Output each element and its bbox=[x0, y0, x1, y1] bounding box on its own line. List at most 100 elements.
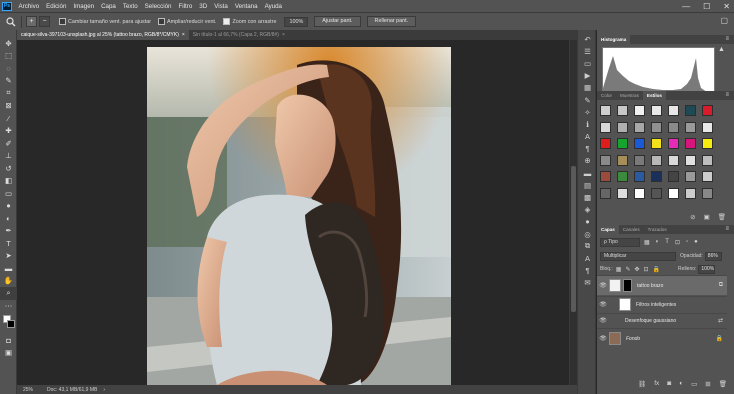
menu-ayuda[interactable]: Ayuda bbox=[261, 3, 285, 10]
quick-selection-tool-icon[interactable]: ✎ bbox=[0, 75, 17, 88]
type-tool-icon[interactable]: T bbox=[0, 237, 17, 250]
menu-filtro[interactable]: Filtro bbox=[175, 3, 196, 10]
vertical-scrollbar[interactable] bbox=[569, 40, 577, 385]
lasso-tool-icon[interactable]: ◌ bbox=[0, 62, 17, 75]
delete-layer-icon[interactable]: 🗑 bbox=[719, 380, 727, 388]
menu-capa[interactable]: Capa bbox=[98, 3, 120, 10]
style-swatch[interactable] bbox=[617, 187, 628, 199]
menu-3d[interactable]: 3D bbox=[196, 3, 211, 10]
filter-options-icon[interactable]: ⇄ bbox=[718, 317, 723, 324]
status-arrow-icon[interactable]: › bbox=[103, 387, 105, 393]
status-zoom[interactable]: 25% bbox=[23, 387, 33, 393]
menu-imagen[interactable]: Imagen bbox=[70, 3, 98, 10]
paragraph-panel-icon[interactable]: ¶ bbox=[578, 143, 597, 155]
tab-paths[interactable]: Trazados bbox=[644, 225, 671, 234]
filter-kind-select[interactable]: ρ Tipo bbox=[600, 237, 640, 247]
style-swatch[interactable] bbox=[651, 105, 662, 116]
style-swatch[interactable] bbox=[634, 138, 645, 149]
type-filter-icon[interactable]: T bbox=[665, 239, 669, 246]
menu-archivo[interactable]: Archivo bbox=[15, 3, 43, 10]
workspace-icon[interactable]: ▢ bbox=[720, 16, 728, 25]
tab-swatches[interactable]: Muestras bbox=[616, 91, 643, 100]
layer-style-icon[interactable]: fx bbox=[654, 380, 659, 388]
style-swatch[interactable] bbox=[651, 154, 662, 166]
healing-brush-tool-icon[interactable]: ✚ bbox=[0, 125, 17, 138]
style-swatch[interactable] bbox=[668, 154, 679, 166]
more-tools-icon[interactable]: ⋯ bbox=[0, 300, 17, 313]
history-brush-tool-icon[interactable]: ↺ bbox=[0, 162, 17, 175]
visibility-eye-icon[interactable]: 👁 bbox=[597, 335, 609, 342]
style-swatch[interactable] bbox=[634, 121, 645, 133]
new-style-icon[interactable]: ⊘ bbox=[690, 213, 695, 221]
maximize-button[interactable]: ☐ bbox=[703, 2, 710, 11]
zoom-in-button[interactable]: + bbox=[26, 16, 37, 27]
adjustment-filter-icon[interactable]: ◐ bbox=[656, 239, 660, 246]
character-panel-icon[interactable]: A bbox=[578, 131, 597, 143]
libraries-panel-icon[interactable]: ▦ bbox=[578, 82, 597, 94]
layer-mask-thumbnail[interactable] bbox=[623, 279, 632, 292]
character-styles-panel-icon[interactable]: A bbox=[578, 252, 597, 264]
lock-image-icon[interactable]: ✎ bbox=[625, 266, 630, 273]
style-swatch[interactable] bbox=[600, 138, 611, 149]
clone-stamp-tool-icon[interactable]: ⊥ bbox=[0, 150, 17, 163]
color-panel-icon[interactable]: ◈ bbox=[578, 204, 597, 216]
background-color-swatch[interactable] bbox=[7, 320, 15, 328]
tab-color[interactable]: Color bbox=[597, 91, 616, 100]
style-swatch[interactable] bbox=[651, 121, 662, 133]
tab-close-icon[interactable]: × bbox=[282, 32, 285, 38]
blend-mode-select[interactable]: Multiplicar bbox=[600, 251, 676, 261]
close-window-button[interactable]: ✕ bbox=[723, 2, 730, 11]
style-swatch[interactable] bbox=[702, 187, 713, 199]
visibility-eye-icon[interactable]: 👁 bbox=[597, 317, 609, 324]
layer-comps-panel-icon[interactable]: ⧉ bbox=[578, 240, 597, 252]
style-swatch[interactable] bbox=[600, 105, 611, 116]
scrubby-zoom-checkbox[interactable] bbox=[223, 18, 231, 25]
visibility-eye-icon[interactable]: 👁 bbox=[597, 301, 609, 308]
paths-panel-icon[interactable]: ◎ bbox=[578, 228, 597, 240]
lock-icon[interactable]: 🔒 bbox=[716, 335, 723, 342]
adjustments-panel-icon[interactable]: ▭ bbox=[578, 57, 597, 69]
move-tool-icon[interactable]: ✥ bbox=[0, 37, 17, 50]
style-swatch[interactable] bbox=[617, 105, 628, 116]
add-style-icon[interactable]: ▣ bbox=[704, 213, 710, 221]
fit-screen-button[interactable]: Ajustar pant. bbox=[314, 16, 361, 27]
lock-all-icon[interactable]: 🔒 bbox=[653, 266, 660, 273]
quick-mask-icon[interactable]: ◘ bbox=[0, 334, 17, 347]
zoom-all-windows-checkbox[interactable] bbox=[158, 18, 165, 25]
style-swatch[interactable] bbox=[668, 171, 679, 182]
style-swatch[interactable] bbox=[668, 105, 679, 116]
lock-transparency-icon[interactable]: ▦ bbox=[616, 266, 622, 273]
new-group-icon[interactable]: ▭ bbox=[691, 380, 697, 388]
tab-close-icon[interactable]: × bbox=[182, 32, 185, 38]
glyphs-panel-icon[interactable]: ▤ bbox=[578, 179, 597, 191]
style-swatch[interactable] bbox=[651, 187, 662, 199]
photoshop-logo[interactable]: Ps bbox=[2, 1, 12, 11]
smart-object-filter-icon[interactable]: ▫ bbox=[686, 239, 688, 246]
tab-document-1[interactable]: caique-silva-397103-unsplash.jpg al 25% … bbox=[17, 30, 189, 40]
delete-style-icon[interactable]: 🗑 bbox=[718, 213, 726, 221]
notes-panel-icon[interactable]: ✉ bbox=[578, 277, 597, 289]
pixel-filter-icon[interactable]: ▦ bbox=[644, 239, 650, 246]
tab-document-2[interactable]: Sin título-1 al 66,7% (Capa 2, RGB/8#) × bbox=[189, 30, 289, 40]
panel-menu-icon[interactable]: ≡ bbox=[725, 35, 729, 44]
layer-fondo[interactable]: 👁 Fondo 🔒 bbox=[597, 328, 727, 348]
style-swatch[interactable] bbox=[600, 154, 611, 166]
style-swatch[interactable] bbox=[685, 154, 696, 166]
style-swatch[interactable] bbox=[634, 105, 645, 116]
style-swatch[interactable] bbox=[634, 154, 645, 166]
opacity-field[interactable]: 86% bbox=[704, 251, 722, 261]
eyedropper-tool-icon[interactable]: ⁄ bbox=[0, 112, 17, 125]
panel-menu-icon[interactable]: ≡ bbox=[725, 91, 729, 100]
rectangle-tool-icon[interactable]: ▬ bbox=[0, 262, 17, 275]
clone-source-panel-icon[interactable]: ⊕ bbox=[578, 155, 597, 167]
style-swatch[interactable] bbox=[685, 121, 696, 133]
navigator-panel-icon[interactable]: ✧ bbox=[578, 106, 597, 118]
layer-tattoo-brazo[interactable]: 👁 tattoo brazo ⧉ bbox=[597, 275, 727, 295]
lock-artboard-icon[interactable]: ⊡ bbox=[644, 266, 649, 273]
style-swatch[interactable] bbox=[617, 171, 628, 182]
properties-panel-icon[interactable]: ☰ bbox=[578, 45, 597, 57]
paragraph-styles-panel-icon[interactable]: ¶ bbox=[578, 265, 597, 277]
visibility-eye-icon[interactable]: 👁 bbox=[597, 282, 609, 289]
zoom-out-button[interactable]: − bbox=[39, 16, 50, 27]
link-layers-icon[interactable]: ⛓ bbox=[638, 380, 646, 388]
